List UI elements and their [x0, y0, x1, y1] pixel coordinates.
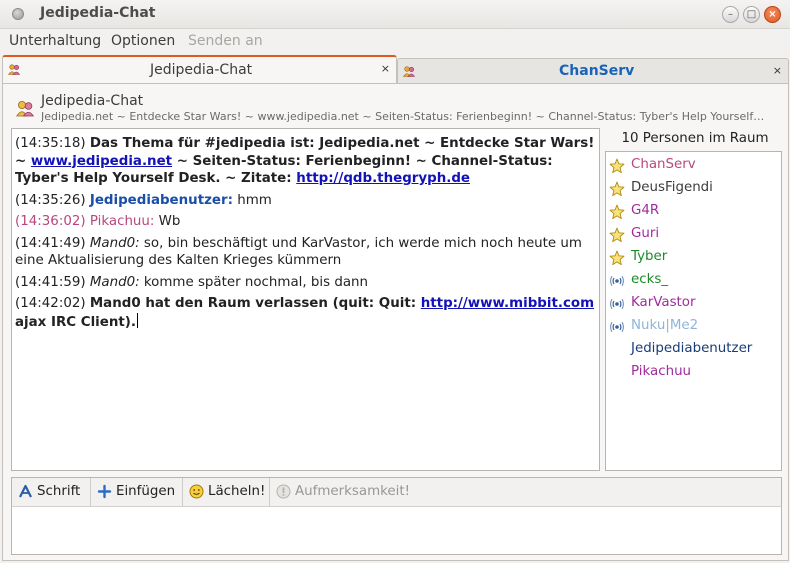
- message-time: (14:35:26): [15, 192, 86, 208]
- chat-message: (14:35:18) Das Thema für #jedipedia ist:…: [15, 135, 595, 188]
- user-list-item[interactable]: Pikachuu: [606, 362, 781, 385]
- chat-message: (14:36:02) Pikachuu: Wb: [15, 213, 595, 231]
- menu-unterhaltung[interactable]: Unterhaltung: [9, 33, 101, 49]
- chat-message: (14:41:49) Mand0: so, bin beschäftigt un…: [15, 235, 595, 270]
- tab-chanserv[interactable]: ChanServ ×: [397, 58, 789, 83]
- user-list-item[interactable]: KarVastor: [606, 293, 781, 316]
- user-list-item[interactable]: Jedipediabenutzer: [606, 339, 781, 362]
- app-icon: [12, 8, 24, 20]
- star-icon: [609, 227, 625, 243]
- menu-senden-an[interactable]: Senden an: [188, 33, 263, 49]
- tab-label: Jedipedia-Chat: [150, 62, 253, 78]
- conversation-panel: Jedipedia-Chat Jedipedia.net ~ Entdecke …: [2, 83, 789, 561]
- people-icon: [403, 66, 415, 77]
- people-icon: [8, 64, 20, 75]
- menu-bar: Unterhaltung Optionen Senden an: [0, 29, 790, 53]
- user-list-item[interactable]: ChanServ: [606, 155, 781, 178]
- message-link[interactable]: http://qdb.thegryph.de: [296, 171, 470, 186]
- insert-button-label: Einfügen: [116, 484, 176, 499]
- message-text: Mand0 hat den Raum verlassen (quit: Quit…: [89, 296, 421, 311]
- star-icon: [609, 158, 625, 174]
- user-name: Jedipediabenutzer: [631, 341, 753, 356]
- message-nick[interactable]: Jedipediabenutzer:: [90, 193, 233, 208]
- font-icon: [19, 484, 32, 498]
- user-name: Pikachuu: [631, 364, 692, 379]
- chat-room-icon: [16, 101, 34, 117]
- user-list-item[interactable]: G4R: [606, 201, 781, 224]
- voice-icon: [609, 319, 625, 335]
- smiley-icon: [189, 484, 204, 499]
- attention-button-label: Aufmerksamkeit!: [295, 484, 410, 499]
- message-nick[interactable]: Pikachuu:: [90, 214, 155, 229]
- channel-topic: Jedipedia.net ~ Entdecke Star Wars! ~ ww…: [41, 110, 765, 123]
- message-text: komme später nochmal, bis dann: [139, 274, 369, 290]
- window-title: Jedipedia-Chat: [40, 5, 156, 21]
- channel-name: Jedipedia-Chat: [41, 93, 144, 109]
- chat-message: (14:41:59) Mand0: komme später nochmal, …: [15, 274, 595, 292]
- font-button-label: Schrift: [37, 484, 81, 499]
- message-link[interactable]: www.jedipedia.net: [31, 154, 172, 169]
- user-list-item[interactable]: Tyber: [606, 247, 781, 270]
- maximize-button[interactable]: □: [743, 6, 760, 23]
- message-link[interactable]: http://www.mibbit.com: [421, 296, 594, 311]
- text-cursor: [136, 312, 138, 328]
- message-nick[interactable]: Mand0:: [90, 275, 140, 290]
- user-name: DeusFigendi: [631, 180, 713, 195]
- menu-optionen[interactable]: Optionen: [111, 33, 175, 49]
- tab-close-icon[interactable]: ×: [381, 62, 390, 75]
- close-window-button[interactable]: ×: [764, 6, 781, 23]
- user-count: 10 Personen im Raum: [621, 131, 769, 146]
- title-bar: Jedipedia-Chat – □ ×: [0, 0, 790, 29]
- user-list[interactable]: ChanServ DeusFigendi G4R Guri Tyber ecks_ KarV…: [605, 151, 782, 471]
- format-toolbar: Schrift Einfügen Lächeln! Aufmerksamkeit…: [11, 477, 782, 507]
- attention-button[interactable]: Aufmerksamkeit!: [270, 478, 420, 506]
- message-time: (14:35:18): [15, 136, 86, 151]
- message-time: (14:36:02): [15, 214, 86, 229]
- user-name: ecks_: [631, 272, 669, 287]
- tab-close-icon[interactable]: ×: [773, 64, 782, 77]
- message-text: ajax IRC Client).: [15, 314, 136, 330]
- message-time: (14:41:49): [15, 235, 86, 251]
- chat-message: (14:42:02) Mand0 hat den Raum verlassen …: [15, 295, 595, 331]
- user-name: ChanServ: [631, 157, 696, 172]
- star-icon: [609, 181, 625, 197]
- voice-icon: [609, 273, 625, 289]
- message-nick[interactable]: Mand0:: [90, 236, 140, 251]
- user-name: KarVastor: [631, 295, 696, 310]
- message-text: Wb: [154, 214, 181, 229]
- font-button[interactable]: Schrift: [12, 478, 91, 506]
- minimize-button[interactable]: –: [722, 6, 739, 23]
- smile-button-label: Lächeln!: [208, 484, 266, 499]
- chat-message: (14:35:26) Jedipediabenutzer: hmm: [15, 192, 595, 210]
- message-text: hmm: [232, 192, 272, 208]
- user-name: Nuku|Me2: [631, 318, 699, 333]
- message-time: (14:42:02): [15, 296, 86, 311]
- user-list-item[interactable]: Nuku|Me2: [606, 316, 781, 339]
- user-name: Guri: [631, 226, 660, 241]
- user-list-item[interactable]: ecks_: [606, 270, 781, 293]
- user-name: G4R: [631, 203, 660, 218]
- tab-label: ChanServ: [559, 63, 635, 79]
- user-list-item[interactable]: Guri: [606, 224, 781, 247]
- star-icon: [609, 204, 625, 220]
- insert-button[interactable]: Einfügen: [91, 478, 183, 506]
- smile-button[interactable]: Lächeln!: [183, 478, 270, 506]
- attention-icon: [276, 484, 291, 499]
- star-icon: [609, 250, 625, 266]
- plus-icon: [97, 484, 112, 499]
- user-list-item[interactable]: DeusFigendi: [606, 178, 781, 201]
- message-time: (14:41:59): [15, 274, 86, 290]
- user-name: Tyber: [631, 249, 668, 264]
- message-input[interactable]: [11, 507, 782, 555]
- voice-icon: [609, 296, 625, 312]
- chat-log[interactable]: (14:35:18) Das Thema für #jedipedia ist:…: [11, 128, 600, 471]
- tab-jedipedia-chat[interactable]: Jedipedia-Chat ×: [2, 55, 397, 83]
